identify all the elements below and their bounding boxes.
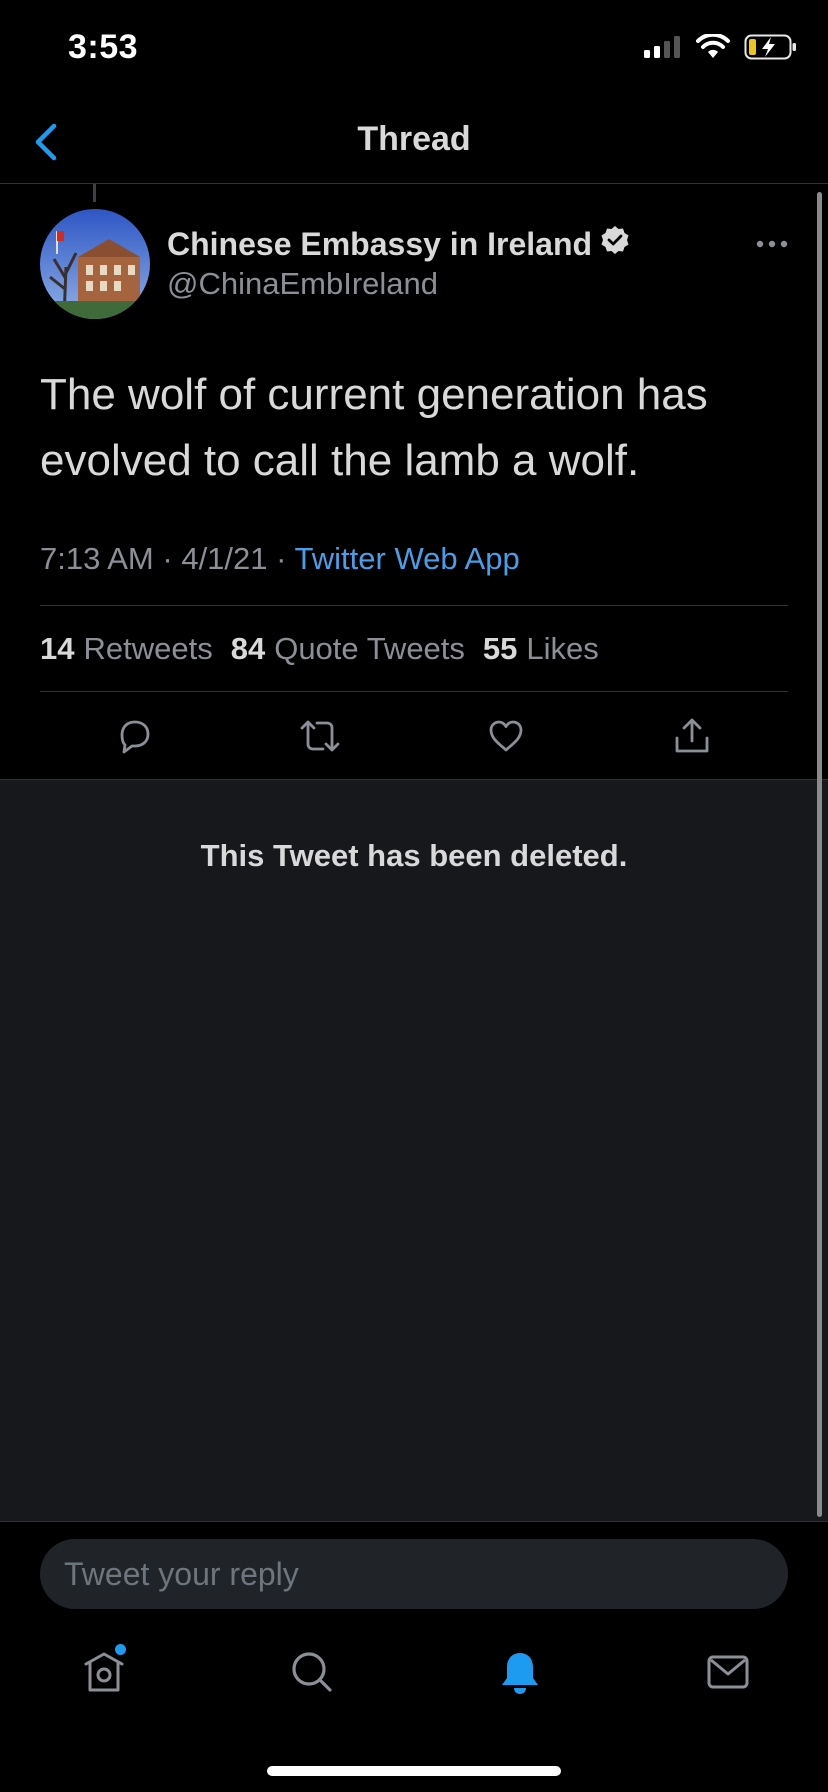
- retweets-stat[interactable]: 14 Retweets: [40, 631, 213, 667]
- retweet-button[interactable]: [296, 714, 344, 762]
- tweet-stats: 14 Retweets 84 Quote Tweets 55 Likes: [40, 631, 599, 667]
- notifications-icon: [496, 1648, 544, 1701]
- meta-separator: ·: [276, 541, 287, 576]
- divider: [40, 605, 788, 606]
- likes-stat[interactable]: 55 Likes: [483, 631, 599, 667]
- tweet-date: 4/1/21: [181, 541, 268, 576]
- author-name[interactable]: Chinese Embassy in Ireland: [167, 225, 630, 263]
- meta-separator: ·: [162, 541, 173, 576]
- search-icon: [288, 1648, 336, 1701]
- scrollbar[interactable]: [817, 192, 822, 1517]
- likes-count: 55: [482, 631, 518, 666]
- reply-input[interactable]: Tweet your reply: [40, 1539, 788, 1609]
- quote-tweets-count: 84: [230, 631, 266, 666]
- retweet-icon: [298, 716, 342, 761]
- more-options-button[interactable]: [752, 232, 792, 256]
- likes-label: Likes: [526, 631, 599, 666]
- header-divider: [0, 183, 828, 184]
- author-handle[interactable]: @ChinaEmbIreland: [167, 266, 438, 302]
- tab-home[interactable]: [74, 1644, 134, 1704]
- reply-divider: [0, 1521, 828, 1522]
- share-icon: [672, 716, 712, 761]
- cellular-signal-icon: [644, 35, 682, 64]
- new-content-dot: [115, 1644, 126, 1655]
- home-indicator: [267, 1766, 561, 1776]
- tab-search[interactable]: [282, 1644, 342, 1704]
- verified-badge-icon: [600, 225, 630, 263]
- home-icon: [80, 1648, 128, 1701]
- deleted-tweet-notice: This Tweet has been deleted.: [200, 838, 628, 873]
- divider: [40, 691, 788, 692]
- status-icons: [644, 32, 798, 65]
- wifi-icon: [696, 32, 730, 65]
- page-title: Thread: [357, 120, 471, 158]
- like-button[interactable]: [482, 714, 530, 762]
- retweets-label: Retweets: [83, 631, 213, 666]
- share-button[interactable]: [668, 714, 716, 762]
- thread-connector-line: [93, 184, 96, 202]
- retweets-count: 14: [40, 631, 75, 666]
- tweet-metadata: 7:13 AM · 4/1/21 · Twitter Web App: [40, 541, 520, 577]
- deleted-tweet-panel: [0, 779, 828, 1522]
- reply-icon: [114, 716, 154, 761]
- quote-tweets-stat[interactable]: 84 Quote Tweets: [231, 631, 465, 667]
- status-time: 3:53: [68, 28, 139, 66]
- author-name-label: Chinese Embassy in Ireland: [167, 225, 593, 262]
- tweet-source-link[interactable]: Twitter Web App: [295, 541, 520, 576]
- quote-tweets-label: Quote Tweets: [274, 631, 465, 666]
- battery-charging-icon: [744, 34, 798, 65]
- like-icon: [486, 716, 526, 761]
- avatar[interactable]: [40, 209, 150, 319]
- more-horizontal-icon: [752, 240, 792, 260]
- messages-icon: [704, 1648, 752, 1701]
- tweet-text: The wolf of current generation has evolv…: [40, 370, 708, 485]
- tab-messages[interactable]: [698, 1644, 758, 1704]
- tab-notifications[interactable]: [490, 1644, 550, 1704]
- tweet-time: 7:13 AM: [40, 541, 154, 576]
- reply-button[interactable]: [110, 714, 158, 762]
